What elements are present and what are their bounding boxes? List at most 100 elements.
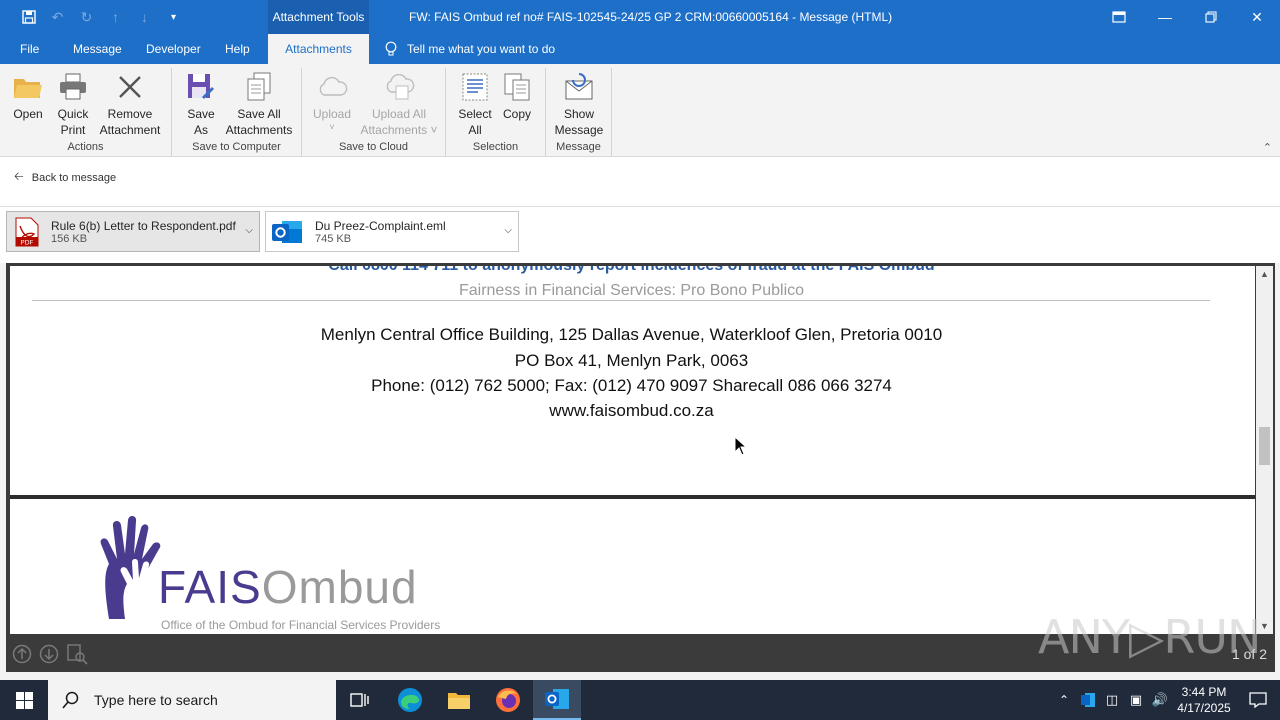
file-explorer-button[interactable] xyxy=(435,680,483,720)
upload-button[interactable]: Upload ˅ xyxy=(310,70,354,132)
chevron-down-icon[interactable]: ⌵ xyxy=(504,225,512,236)
ribbon-display-options-icon[interactable] xyxy=(1096,0,1142,34)
tab-help[interactable]: Help xyxy=(219,34,256,64)
copy-label: Copy xyxy=(502,107,531,121)
outlook-taskbar-button[interactable] xyxy=(533,680,581,720)
quick-print-label-2: Print xyxy=(60,123,86,137)
tab-file[interactable]: File xyxy=(14,34,45,64)
taskbar-search[interactable]: Type here to search xyxy=(48,680,336,720)
save-all-label-1: Save All xyxy=(237,107,281,121)
undo-icon[interactable]: ↶ xyxy=(43,6,72,28)
page-break xyxy=(10,495,1255,499)
show-message-button[interactable]: Show Message xyxy=(554,70,604,138)
zoom-page-icon[interactable] xyxy=(66,643,88,665)
collapse-ribbon-icon[interactable]: ⌃ xyxy=(1263,141,1272,154)
logo-fais: FAIS xyxy=(158,561,262,613)
save-all-label-2: Attachments xyxy=(225,123,293,137)
address-line: Menlyn Central Office Building, 125 Dall… xyxy=(320,325,943,344)
ribbon-group-message: Show Message Message xyxy=(546,68,612,156)
task-view-button[interactable] xyxy=(336,680,384,720)
save-as-icon xyxy=(184,70,218,104)
upload-all-label-1: Upload All xyxy=(371,107,427,121)
save-as-label-1: Save xyxy=(187,107,215,121)
ribbon: Open Quick Print Remove Attachment Actio… xyxy=(0,64,1280,157)
remove-attachment-button[interactable]: Remove Attachment xyxy=(96,70,164,138)
tell-me-search[interactable]: Tell me what you want to do xyxy=(384,34,555,64)
clock[interactable]: 3:44 PM 4/17/2025 xyxy=(1172,684,1236,716)
save-all-icon xyxy=(242,70,276,104)
edge-button[interactable] xyxy=(386,680,434,720)
firefox-button[interactable] xyxy=(484,680,532,720)
group-label-save-to-cloud: Save to Cloud xyxy=(338,141,409,153)
close-icon[interactable]: ✕ xyxy=(1234,0,1280,34)
scroll-thumb[interactable] xyxy=(1259,427,1270,465)
scroll-up-icon[interactable]: ▲ xyxy=(1256,267,1273,281)
select-all-label-2: All xyxy=(468,123,482,137)
volume-icon[interactable]: 🔊 xyxy=(1148,692,1172,708)
quick-access-toolbar: ↶ ↻ ↑ ↓ ▾ xyxy=(14,6,188,28)
outlook-icon xyxy=(545,689,569,709)
clock-date: 4/17/2025 xyxy=(1177,701,1231,715)
clock-time: 3:44 PM xyxy=(1181,685,1227,699)
minimize-icon[interactable]: — xyxy=(1142,0,1188,34)
show-message-label-2: Message xyxy=(554,123,604,137)
previous-page-icon[interactable] xyxy=(11,643,33,665)
customize-qat-icon[interactable]: ▾ xyxy=(159,6,188,28)
system-tray: ⌃ ◫ ▣ 🔊 3:44 PM 4/17/2025 xyxy=(1052,680,1280,720)
window-title: FW: FAIS Ombud ref no# FAIS-102545-24/25… xyxy=(409,10,893,24)
task-view-icon xyxy=(350,693,369,707)
quick-print-label-1: Quick xyxy=(57,107,89,121)
save-all-attachments-button[interactable]: Save All Attachments xyxy=(222,70,296,138)
preview-scrollbar[interactable]: ▲ ▼ xyxy=(1256,266,1273,634)
save-as-button[interactable]: Save As xyxy=(184,70,218,138)
chevron-down-icon[interactable]: ⌵ xyxy=(245,225,253,236)
tell-me-label: Tell me what you want to do xyxy=(407,42,556,56)
start-button[interactable] xyxy=(0,680,48,720)
attachment-pdf[interactable]: PDF Rule 6(b) Letter to Respondent.pdf 1… xyxy=(6,211,260,252)
pdf-icon: PDF xyxy=(15,217,39,247)
edge-icon xyxy=(398,688,422,712)
group-label-save-to-computer: Save to Computer xyxy=(192,141,281,153)
tab-message[interactable]: Message xyxy=(67,34,128,64)
save-as-label-2: As xyxy=(193,123,208,137)
back-arrow-icon: 🡠 xyxy=(14,169,24,183)
next-page-icon[interactable] xyxy=(38,643,60,665)
anyrun-watermark: ANY▷RUN xyxy=(1038,610,1261,664)
upload-dropdown: ˅ xyxy=(329,122,335,132)
upload-all-label-2: Attachments ˅ xyxy=(360,123,438,137)
back-to-message-label: Back to message xyxy=(31,171,117,184)
select-all-icon xyxy=(458,70,492,104)
attachment-preview[interactable]: Call 0800 114 711 to anonymously report … xyxy=(10,266,1255,634)
tab-attachments[interactable]: Attachments xyxy=(268,34,369,64)
printer-icon xyxy=(56,70,90,104)
ribbon-group-selection: Select All Copy Selection xyxy=(446,68,546,156)
select-all-button[interactable]: Select All xyxy=(456,70,494,138)
mouse-cursor-icon xyxy=(734,435,748,459)
taskbar: Type here to search ⌃ ◫ ▣ 🔊 3:44 PM 4/17… xyxy=(0,680,1280,720)
show-hidden-icons-icon[interactable]: ⌃ xyxy=(1052,693,1076,707)
notifications-icon[interactable] xyxy=(1236,692,1280,708)
remove-attachment-label-2: Attachment xyxy=(99,123,161,137)
select-all-label-1: Select xyxy=(458,107,492,121)
copy-button[interactable]: Copy xyxy=(500,70,534,122)
website-line: www.faisombud.co.za xyxy=(549,401,714,420)
device-icon[interactable]: ◫ xyxy=(1100,692,1124,708)
open-button[interactable]: Open xyxy=(10,70,46,122)
attachment-eml[interactable]: Du Preez-Complaint.eml 745 KB ⌵ xyxy=(265,211,519,252)
down-arrow-icon[interactable]: ↓ xyxy=(130,6,159,28)
quick-print-button[interactable]: Quick Print xyxy=(54,70,92,138)
up-arrow-icon[interactable]: ↑ xyxy=(101,6,130,28)
save-icon[interactable] xyxy=(14,6,43,28)
network-icon[interactable]: ▣ xyxy=(1124,692,1148,708)
search-icon xyxy=(62,691,79,709)
restore-icon[interactable] xyxy=(1188,0,1234,34)
tab-developer[interactable]: Developer xyxy=(140,34,207,64)
remove-attachment-label-1: Remove xyxy=(107,107,153,121)
ribbon-group-save-to-cloud: Upload ˅ Upload All Attachments ˅ Save t… xyxy=(302,68,446,156)
upload-all-attachments-button[interactable]: Upload All Attachments ˅ xyxy=(358,70,440,138)
upload-label: Upload xyxy=(312,107,352,121)
attachment-strip: PDF Rule 6(b) Letter to Respondent.pdf 1… xyxy=(0,207,1280,263)
redo-icon[interactable]: ↻ xyxy=(72,6,101,28)
outlook-tray-icon[interactable] xyxy=(1076,692,1100,708)
back-to-message-link[interactable]: 🡠 Back to message xyxy=(14,167,116,188)
